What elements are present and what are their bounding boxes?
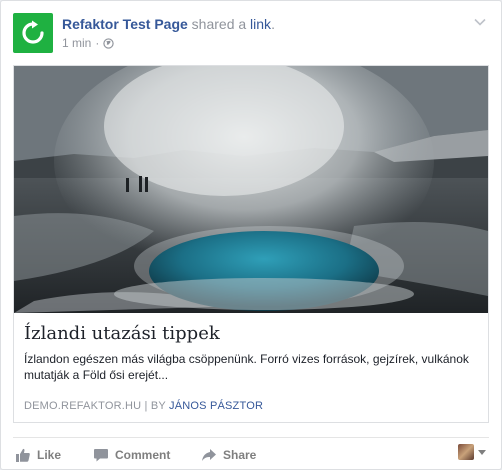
viewer-avatar xyxy=(458,444,474,460)
post-timestamp[interactable]: 1 min xyxy=(62,35,91,51)
caret-down-icon xyxy=(478,450,486,455)
speech-bubble-icon xyxy=(94,449,108,462)
share-label: Share xyxy=(223,448,257,462)
feed-post: Refaktor Test Page shared a link. 1 min … xyxy=(0,0,502,470)
post-actions-bar: Like Comment Share xyxy=(13,437,489,470)
like-button[interactable]: Like xyxy=(15,446,61,464)
headline-period: . xyxy=(271,16,275,32)
comment-label: Comment xyxy=(115,448,171,462)
dot-separator: · xyxy=(95,36,100,50)
card-title[interactable]: Ízlandi utazási tippek xyxy=(24,322,478,346)
by-label: BY xyxy=(150,400,170,412)
link-preview-card[interactable]: Ízlandi utazási tippek Ízlandon egészen … xyxy=(13,65,489,423)
source-separator: | xyxy=(141,400,151,412)
post-header: Refaktor Test Page shared a link. 1 min … xyxy=(13,13,489,55)
geyser-photo xyxy=(14,66,488,313)
page-avatar[interactable] xyxy=(13,13,53,53)
share-arrow-icon xyxy=(202,449,216,461)
shared-text: shared a xyxy=(187,16,251,32)
post-headline: Refaktor Test Page shared a link. xyxy=(62,15,275,33)
post-subline: 1 min · xyxy=(62,35,115,51)
card-source: DEMO.REFAKTOR.HU | BY JÁNOS PÁSZTOR xyxy=(24,399,478,413)
comment-button[interactable]: Comment xyxy=(93,446,170,464)
card-description: Ízlandon egészen más világba csöppenünk.… xyxy=(24,352,469,382)
globe-icon[interactable] xyxy=(103,37,115,49)
chevron-down-icon[interactable] xyxy=(473,15,487,29)
post-as-selector[interactable] xyxy=(458,444,487,460)
geyser-image[interactable] xyxy=(14,66,488,313)
refresh-arrow-icon xyxy=(22,20,44,44)
page-name-link[interactable]: Refaktor Test Page xyxy=(62,16,188,32)
link-word[interactable]: link xyxy=(250,16,271,32)
share-button[interactable]: Share xyxy=(201,446,256,464)
like-label: Like xyxy=(37,448,62,462)
card-domain: DEMO.REFAKTOR.HU xyxy=(24,400,142,412)
author-link[interactable]: JÁNOS PÁSZTOR xyxy=(169,400,263,412)
thumbs-up-icon xyxy=(16,448,30,462)
